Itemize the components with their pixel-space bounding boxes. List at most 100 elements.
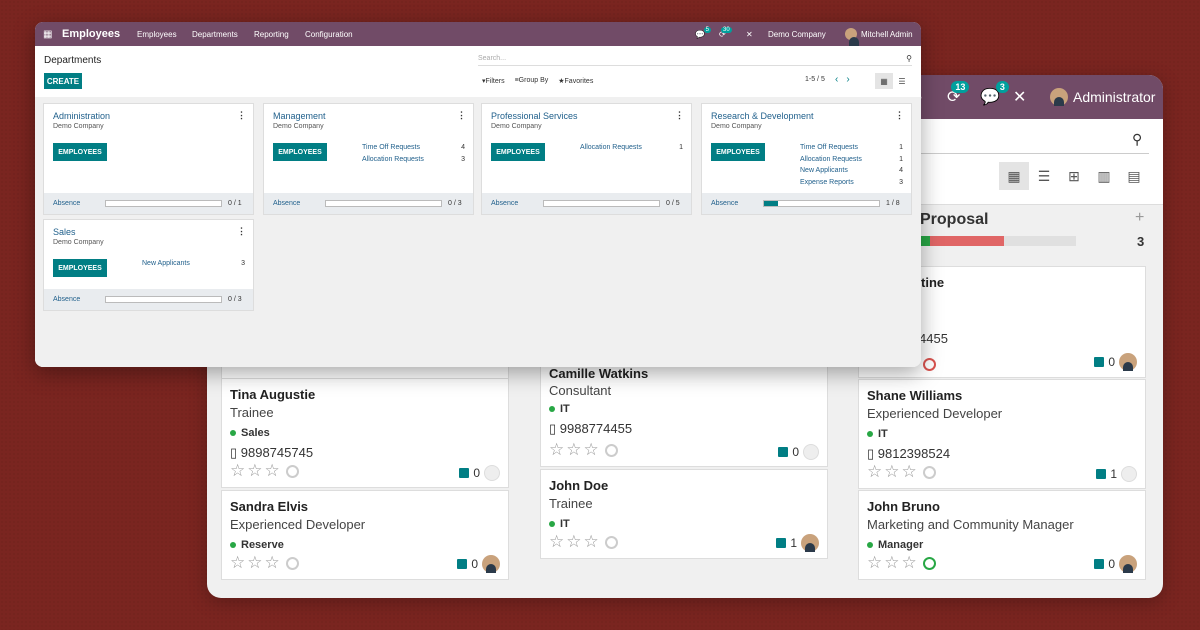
- menu-departments[interactable]: Departments: [192, 22, 238, 46]
- priority-stars[interactable]: ☆☆☆: [867, 553, 936, 573]
- priority-stars[interactable]: [919, 358, 936, 371]
- graph-view-icon[interactable]: ▥: [1089, 162, 1119, 190]
- activity-clock-icon[interactable]: [604, 443, 618, 457]
- more-options-icon[interactable]: ⋮: [675, 110, 684, 121]
- department-card[interactable]: Sales Demo Company ⋮ EMPLOYEES New Appli…: [43, 219, 254, 311]
- pager-value[interactable]: 1-5 / 5: [805, 76, 825, 83]
- document-icon: [459, 468, 470, 478]
- more-options-icon[interactable]: ⋮: [895, 110, 904, 121]
- employee-job: Experienced Developer: [867, 406, 1003, 421]
- pager-next-icon[interactable]: ›: [846, 74, 849, 85]
- user-menu[interactable]: Mitchell Admin: [845, 22, 913, 46]
- pager-prev-icon[interactable]: ‹: [835, 74, 838, 85]
- create-button[interactable]: CREATE: [44, 73, 82, 89]
- employee-name: John Doe: [549, 478, 609, 493]
- more-options-icon[interactable]: ⋮: [457, 110, 466, 121]
- employee-card[interactable]: Camille Watkins Consultant IT ▯ 99887744…: [540, 361, 828, 467]
- department-name[interactable]: Administration: [53, 111, 110, 121]
- activity-button[interactable]: ⟳ 13: [947, 75, 970, 119]
- employees-button[interactable]: EMPLOYEES: [53, 259, 107, 277]
- search-input[interactable]: Search... ⚲: [478, 52, 912, 66]
- groupby-button[interactable]: ≡Group By: [515, 77, 549, 85]
- employee-card[interactable]: John Doe Trainee IT ☆☆☆ 1: [540, 469, 828, 559]
- chat-button[interactable]: 💬 3: [980, 75, 1009, 119]
- chat-button[interactable]: 💬 5: [695, 22, 711, 46]
- department-card[interactable]: Management Demo Company ⋮ EMPLOYEES Time…: [263, 103, 474, 215]
- stat-label: Allocation Requests: [800, 155, 862, 163]
- avatar-placeholder: [803, 444, 819, 460]
- department-card[interactable]: Research & Development Demo Company ⋮ EM…: [701, 103, 912, 215]
- list-view-icon[interactable]: ☰: [893, 73, 911, 89]
- search-icon[interactable]: ⚲: [906, 54, 912, 63]
- calendar-view-icon[interactable]: ▤: [1119, 162, 1149, 190]
- employee-tag: Reserve: [230, 539, 284, 551]
- more-options-icon[interactable]: ⋮: [237, 110, 246, 121]
- list-view-icon[interactable]: ☰: [1029, 162, 1059, 190]
- menu-employees[interactable]: Employees: [137, 22, 177, 46]
- grid-view-icon[interactable]: ⊞: [1059, 162, 1089, 190]
- absence-label: Absence: [491, 200, 519, 207]
- close-icon[interactable]: ✕: [746, 22, 753, 46]
- employees-button[interactable]: EMPLOYEES: [53, 143, 107, 161]
- department-name[interactable]: Sales: [53, 227, 76, 237]
- employee-card[interactable]: Tina Augustie Trainee Sales ▯ 9898745745…: [221, 378, 509, 488]
- more-options-icon[interactable]: ⋮: [237, 226, 246, 237]
- stat-row[interactable]: Allocation Requests 1: [580, 144, 683, 156]
- employee-card[interactable]: John Bruno Marketing and Community Manag…: [858, 490, 1146, 580]
- kanban-view-icon[interactable]: ▦: [875, 73, 893, 89]
- activity-clock-icon[interactable]: [285, 464, 299, 478]
- avatar: [1119, 555, 1137, 573]
- stat-row[interactable]: Allocation Requests 3: [362, 156, 465, 168]
- activity-button[interactable]: ⟳ 30: [719, 22, 732, 46]
- priority-stars[interactable]: ☆☆☆: [549, 532, 618, 552]
- priority-stars[interactable]: ☆☆☆: [867, 462, 936, 482]
- stat-row[interactable]: Time Off Requests 1: [800, 144, 903, 156]
- department-card[interactable]: Administration Demo Company ⋮ EMPLOYEES …: [43, 103, 254, 215]
- stat-row[interactable]: Expense Reports 3: [800, 179, 903, 191]
- employees-button[interactable]: EMPLOYEES: [491, 143, 545, 161]
- employee-job: Trainee: [230, 405, 274, 420]
- absence-count: 1 / 8: [886, 200, 900, 207]
- close-icon[interactable]: ✕: [1013, 75, 1026, 119]
- user-avatar: [1050, 88, 1068, 106]
- kanban-view-icon[interactable]: ▦: [999, 162, 1029, 190]
- favorites-button[interactable]: ★Favorites: [558, 77, 593, 85]
- column-progress: [920, 236, 1076, 246]
- priority-stars[interactable]: ☆☆☆: [230, 553, 299, 573]
- department-name[interactable]: Professional Services: [491, 111, 578, 121]
- department-name[interactable]: Management: [273, 111, 326, 121]
- department-card[interactable]: Professional Services Demo Company ⋮ EMP…: [481, 103, 692, 215]
- activity-clock-icon[interactable]: [922, 465, 936, 479]
- company-switcher[interactable]: Demo Company: [768, 22, 826, 46]
- activity-clock-icon[interactable]: [604, 535, 618, 549]
- stat-row[interactable]: New Applicants 3: [142, 260, 245, 272]
- user-menu[interactable]: Administrator: [1050, 75, 1155, 119]
- employee-name: Camille Watkins: [549, 366, 649, 381]
- employee-phone: ▯ 9988774455: [549, 421, 633, 436]
- activity-clock-icon[interactable]: [923, 358, 936, 371]
- column-title: Proposal: [920, 211, 989, 228]
- stat-label: Allocation Requests: [580, 144, 642, 151]
- employee-card[interactable]: Shane Williams Experienced Developer IT …: [858, 379, 1146, 489]
- filters-button[interactable]: ▾Filters: [482, 77, 505, 85]
- stat-row[interactable]: Time Off Requests 4: [362, 144, 465, 156]
- employees-button[interactable]: EMPLOYEES: [711, 143, 765, 161]
- activity-clock-icon[interactable]: [922, 556, 936, 570]
- back-search-input[interactable]: [907, 153, 1149, 154]
- department-name[interactable]: Research & Development: [711, 111, 814, 121]
- search-icon[interactable]: ⚲: [1132, 131, 1142, 148]
- menu-configuration[interactable]: Configuration: [305, 22, 353, 46]
- card-footer-right: 0: [1094, 555, 1137, 573]
- menu-reporting[interactable]: Reporting: [254, 22, 289, 46]
- employee-card[interactable]: Sandra Elvis Experienced Developer Reser…: [221, 490, 509, 580]
- priority-stars[interactable]: ☆☆☆: [549, 440, 618, 460]
- stat-row[interactable]: Allocation Requests 1: [800, 156, 903, 168]
- apps-grid-icon[interactable]: ▦: [43, 22, 52, 46]
- activity-clock-icon[interactable]: [285, 556, 299, 570]
- employees-button[interactable]: EMPLOYEES: [273, 143, 327, 161]
- employee-job: Trainee: [549, 496, 593, 511]
- add-card-icon[interactable]: +: [1135, 209, 1144, 227]
- app-title[interactable]: Employees: [62, 22, 120, 46]
- priority-stars[interactable]: ☆☆☆: [230, 461, 299, 481]
- stat-row[interactable]: New Applicants 4: [800, 167, 903, 179]
